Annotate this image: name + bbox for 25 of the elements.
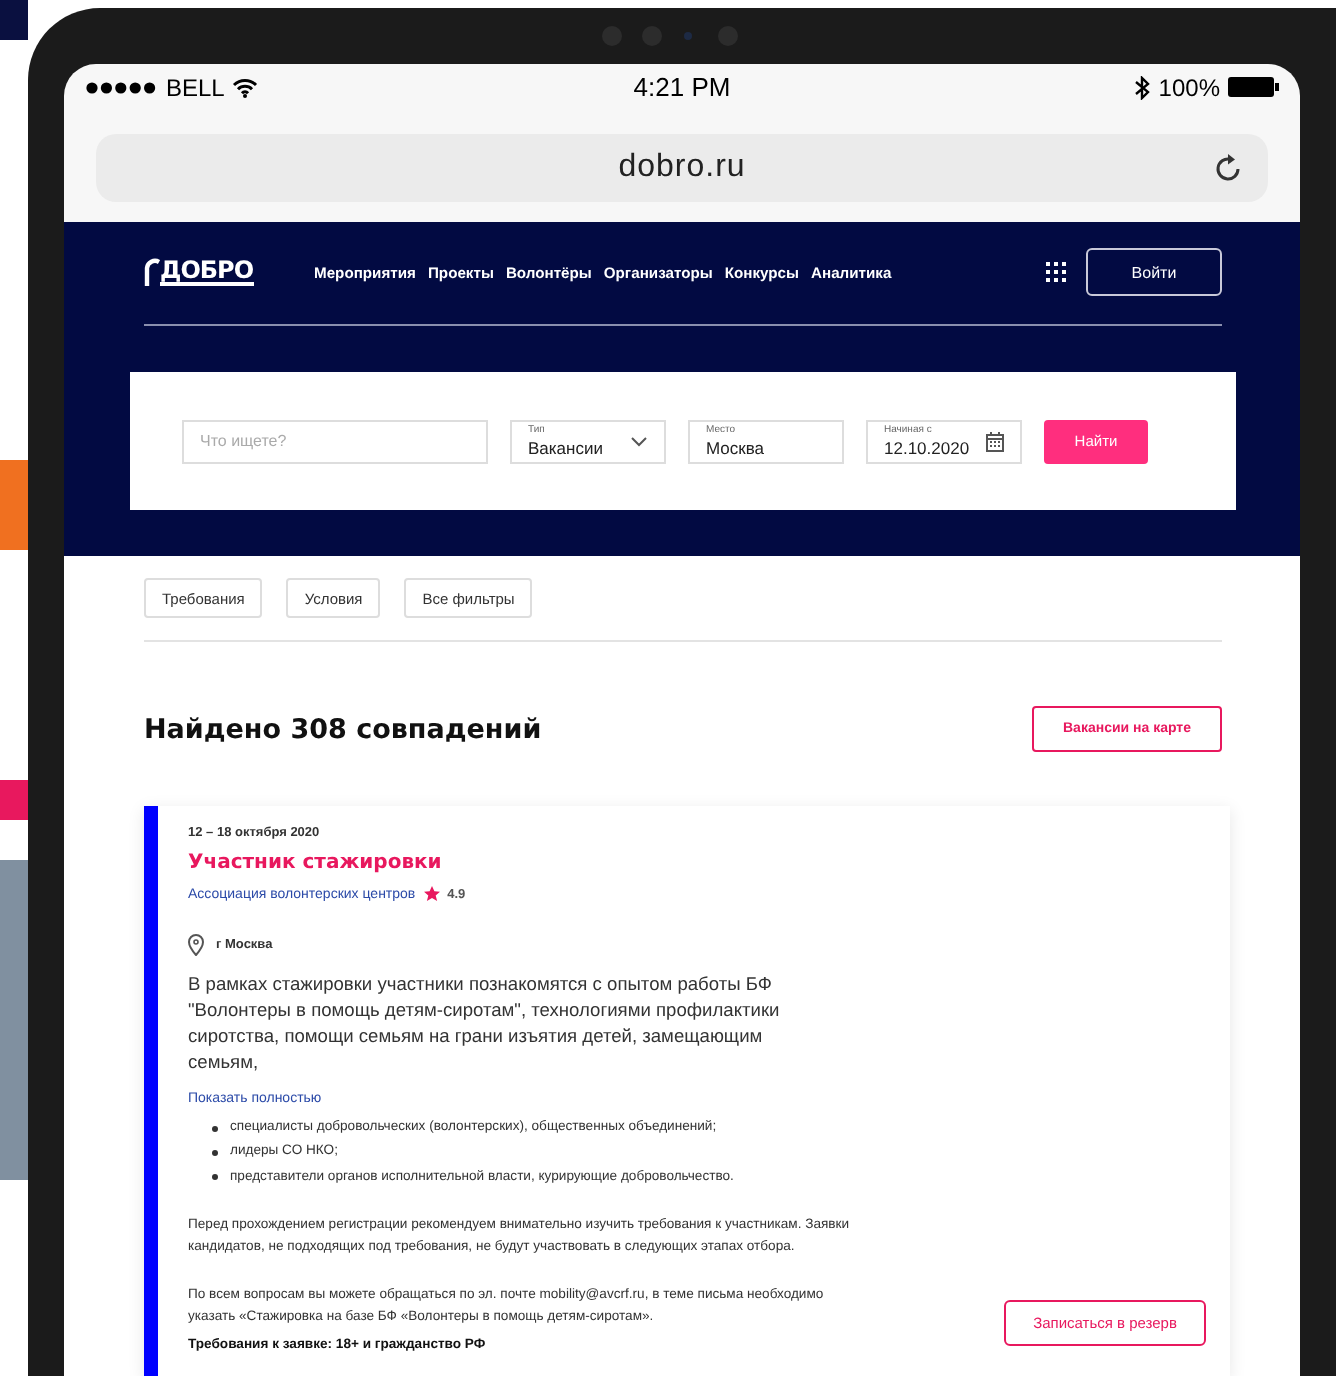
star-icon bbox=[423, 886, 440, 903]
time-text: 4:21 PM bbox=[633, 72, 731, 103]
signal-icon bbox=[86, 81, 158, 94]
location-pin-icon bbox=[188, 934, 204, 957]
description-text: В рамках стажировки участники познакомятся с опытом работы БФ "Волонтеры в помощь детям-сиротам", технологиями профилактики сиротства, помощи семьям на грани изъятия детей, замещающим семьям, bbox=[188, 972, 782, 1077]
address-bar[interactable]: dobro.ru bbox=[96, 134, 1268, 203]
url-text: dobro.ru bbox=[618, 150, 746, 187]
camera-drawing bbox=[600, 24, 740, 48]
chevron-down-icon bbox=[630, 435, 648, 448]
search-field[interactable]: Что ищете? bbox=[182, 419, 488, 464]
battery-text: 100% bbox=[1158, 73, 1220, 102]
bullet-icon bbox=[212, 1174, 218, 1181]
wifi-icon bbox=[232, 77, 259, 98]
calendar-icon bbox=[986, 431, 1004, 452]
apps-grid-icon[interactable] bbox=[1046, 262, 1066, 283]
site-logo[interactable]: ДОБРО bbox=[144, 258, 314, 287]
carrier-text: BELL bbox=[166, 73, 225, 102]
bullet-icon bbox=[212, 1125, 218, 1132]
bullet-icon bbox=[212, 1149, 218, 1156]
vacancy-title[interactable]: Участник стажировки bbox=[188, 852, 1206, 875]
login-button[interactable]: Войти bbox=[1086, 248, 1222, 297]
bluetooth-icon bbox=[1134, 75, 1151, 100]
reload-icon[interactable] bbox=[1212, 152, 1244, 185]
results-heading: Найдено 308 совпадений bbox=[144, 713, 542, 746]
battery-icon bbox=[1228, 76, 1280, 99]
